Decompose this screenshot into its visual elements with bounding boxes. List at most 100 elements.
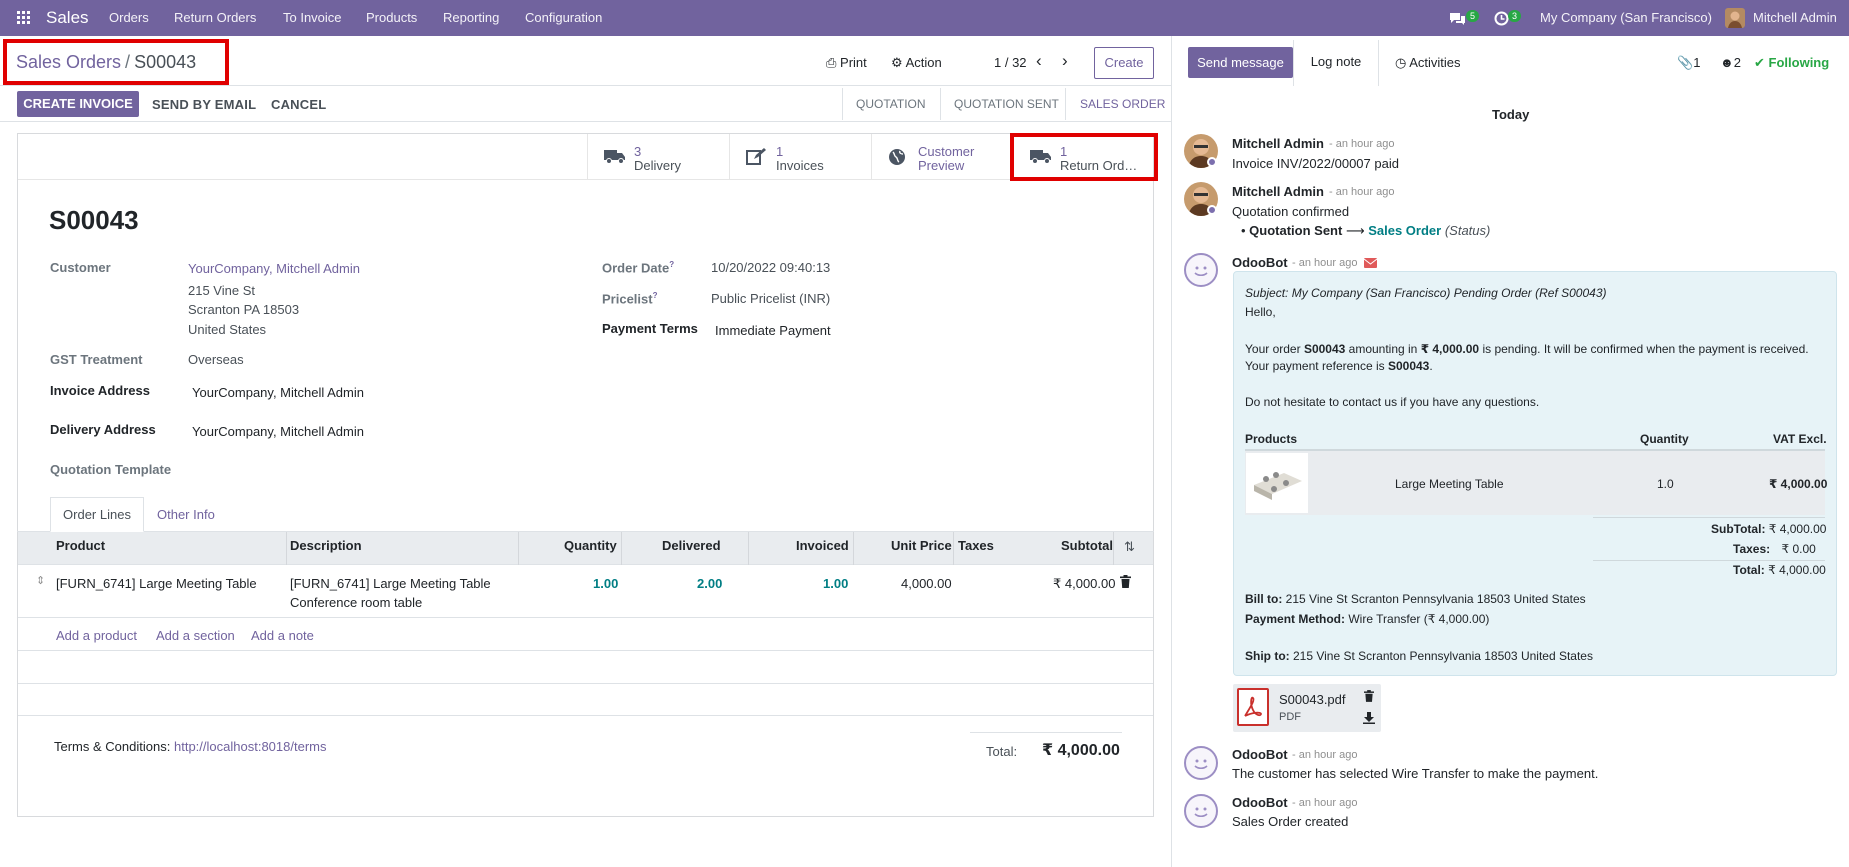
send-message-button[interactable]: Send message <box>1188 47 1293 78</box>
company-switcher[interactable]: My Company (San Francisco) <box>1540 0 1712 36</box>
customer-preview-smart-button[interactable]: Customer Preview <box>871 134 1013 179</box>
action-button[interactable]: ⚙ Action <box>891 55 942 71</box>
email-order-ref: S00043 <box>1303 342 1346 356</box>
row-unit-price[interactable]: 4,000.00 <box>901 576 952 591</box>
message-author[interactable]: OdooBot <box>1232 255 1288 270</box>
email-col-vat: VAT Excl. <box>1773 432 1827 446</box>
user-menu[interactable]: Mitchell Admin <box>1753 0 1837 36</box>
delivery-smart-button[interactable]: 3 Delivery <box>587 134 729 179</box>
row-drag-handle-icon[interactable]: ⇕ <box>36 574 45 587</box>
terms-link[interactable]: http://localhost:8018/terms <box>174 739 326 754</box>
row-product[interactable]: [FURN_6741] Large Meeting Table <box>56 576 257 591</box>
col-taxes[interactable]: Taxes <box>958 538 994 553</box>
attachment-type: PDF <box>1279 711 1301 723</box>
stage-quotation[interactable]: QUOTATION <box>856 88 926 120</box>
invoices-smart-button[interactable]: 1 Invoices <box>729 134 871 179</box>
optional-columns-icon[interactable]: ⇅ <box>1124 539 1135 555</box>
apps-menu-icon[interactable] <box>17 0 31 36</box>
col-quantity[interactable]: Quantity <box>564 538 617 553</box>
tab-other-info[interactable]: Other Info <box>157 507 215 522</box>
odoobot-avatar[interactable] <box>1184 746 1218 780</box>
email-greeting: Hello, <box>1245 305 1276 319</box>
followers-button[interactable]: ☻2 <box>1720 55 1741 70</box>
menu-configuration[interactable]: Configuration <box>525 0 602 36</box>
trash-icon[interactable] <box>1120 575 1131 591</box>
col-subtotal[interactable]: Subtotal <box>1061 538 1113 553</box>
order-date-label-text: Order Date <box>602 260 670 276</box>
activities-icon[interactable] <box>1494 0 1509 36</box>
menu-reporting[interactable]: Reporting <box>443 0 499 36</box>
stage-sales-order[interactable]: SALES ORDER <box>1080 88 1165 120</box>
stage-divider <box>1065 88 1066 120</box>
odoobot-avatar[interactable] <box>1184 253 1218 287</box>
col-divider <box>853 532 854 565</box>
email-product-row <box>1245 451 1825 515</box>
message-author[interactable]: OdooBot <box>1232 747 1288 762</box>
attachment-download-icon[interactable] <box>1363 712 1375 727</box>
pager-value[interactable]: 1 / 32 <box>994 55 1027 70</box>
add-section-link[interactable]: Add a section <box>156 628 235 643</box>
menu-to-invoice[interactable]: To Invoice <box>283 0 342 36</box>
menu-return-orders[interactable]: Return Orders <box>174 0 256 36</box>
pager-next-icon[interactable]: › <box>1062 51 1068 71</box>
attachment-card[interactable]: S00043.pdf PDF <box>1233 684 1381 732</box>
stage-quotation-sent[interactable]: QUOTATION SENT <box>954 88 1059 120</box>
help-mark[interactable]: ? <box>653 291 658 300</box>
message-author[interactable]: Mitchell Admin <box>1232 184 1324 199</box>
row-delivered[interactable]: 2.00 <box>697 576 722 591</box>
app-name[interactable]: Sales <box>46 0 89 36</box>
col-divider <box>1113 532 1114 565</box>
row-quantity[interactable]: 1.00 <box>593 576 618 591</box>
order-date-field[interactable]: 10/20/2022 09:40:13 <box>711 260 830 275</box>
row-description-line1[interactable]: [FURN_6741] Large Meeting Table <box>290 576 491 591</box>
activities-button[interactable]: ◷ Activities <box>1395 55 1461 71</box>
tab-order-lines[interactable]: Order Lines <box>50 497 144 532</box>
invoice-address-label: Invoice Address <box>50 383 150 398</box>
col-description[interactable]: Description <box>290 538 362 553</box>
table-row[interactable] <box>18 566 1153 618</box>
email-ship-to-label: Ship to: <box>1245 649 1290 663</box>
email-text: Your order <box>1245 342 1304 356</box>
email-payment-ref: S00043 <box>1387 359 1430 373</box>
messages-icon[interactable] <box>1449 0 1466 36</box>
print-button[interactable]: ⎙ Print <box>826 55 867 71</box>
add-product-link[interactable]: Add a product <box>56 628 137 643</box>
add-note-link[interactable]: Add a note <box>251 628 314 643</box>
email-col-quantity: Quantity <box>1640 432 1689 446</box>
send-by-email-button[interactable]: SEND BY EMAIL <box>152 97 256 112</box>
log-note-button[interactable]: Log note <box>1293 40 1379 86</box>
email-col-products: Products <box>1245 432 1298 446</box>
following-button[interactable]: ✔ Following <box>1754 55 1829 71</box>
row-invoiced[interactable]: 1.00 <box>823 576 848 591</box>
odoobot-avatar[interactable] <box>1184 794 1218 828</box>
payment-terms-field[interactable]: Immediate Payment <box>715 323 831 338</box>
col-product[interactable]: Product <box>56 538 105 553</box>
create-invoice-button[interactable]: CREATE INVOICE <box>17 91 139 117</box>
following-label: Following <box>1768 55 1830 70</box>
row-description-line2[interactable]: Conference room table <box>290 595 422 610</box>
cancel-button[interactable]: CANCEL <box>271 97 326 112</box>
user-avatar[interactable] <box>1725 0 1745 36</box>
pager-prev-icon[interactable]: ‹ <box>1036 51 1042 71</box>
customer-field[interactable]: YourCompany, Mitchell Admin <box>188 261 360 276</box>
pricelist-field[interactable]: Public Pricelist (INR) <box>711 291 830 306</box>
menu-orders[interactable]: Orders <box>109 0 149 36</box>
delivery-address-field[interactable]: YourCompany, Mitchell Admin <box>192 424 364 439</box>
email-taxes-value: ₹ 0.00 <box>1781 542 1816 556</box>
col-delivered[interactable]: Delivered <box>662 538 721 553</box>
menu-products[interactable]: Products <box>366 0 417 36</box>
attachment-delete-icon[interactable] <box>1364 690 1374 705</box>
breadcrumb-current: S00043 <box>134 52 197 72</box>
col-invoiced[interactable]: Invoiced <box>796 538 849 553</box>
help-mark[interactable]: ? <box>669 260 674 269</box>
quotation-template-field[interactable] <box>188 458 558 480</box>
create-button[interactable]: Create <box>1094 47 1154 79</box>
col-unit-price[interactable]: Unit Price <box>891 538 952 553</box>
gst-treatment-field[interactable]: Overseas <box>188 352 244 367</box>
message-author[interactable]: Mitchell Admin <box>1232 136 1324 151</box>
attachments-button[interactable]: 📎1 <box>1677 55 1700 71</box>
email-total-value: ₹ 4,000.00 <box>1768 563 1826 577</box>
message-author[interactable]: OdooBot <box>1232 795 1288 810</box>
breadcrumb-parent[interactable]: Sales Orders <box>16 52 121 72</box>
invoice-address-field[interactable]: YourCompany, Mitchell Admin <box>192 385 364 400</box>
